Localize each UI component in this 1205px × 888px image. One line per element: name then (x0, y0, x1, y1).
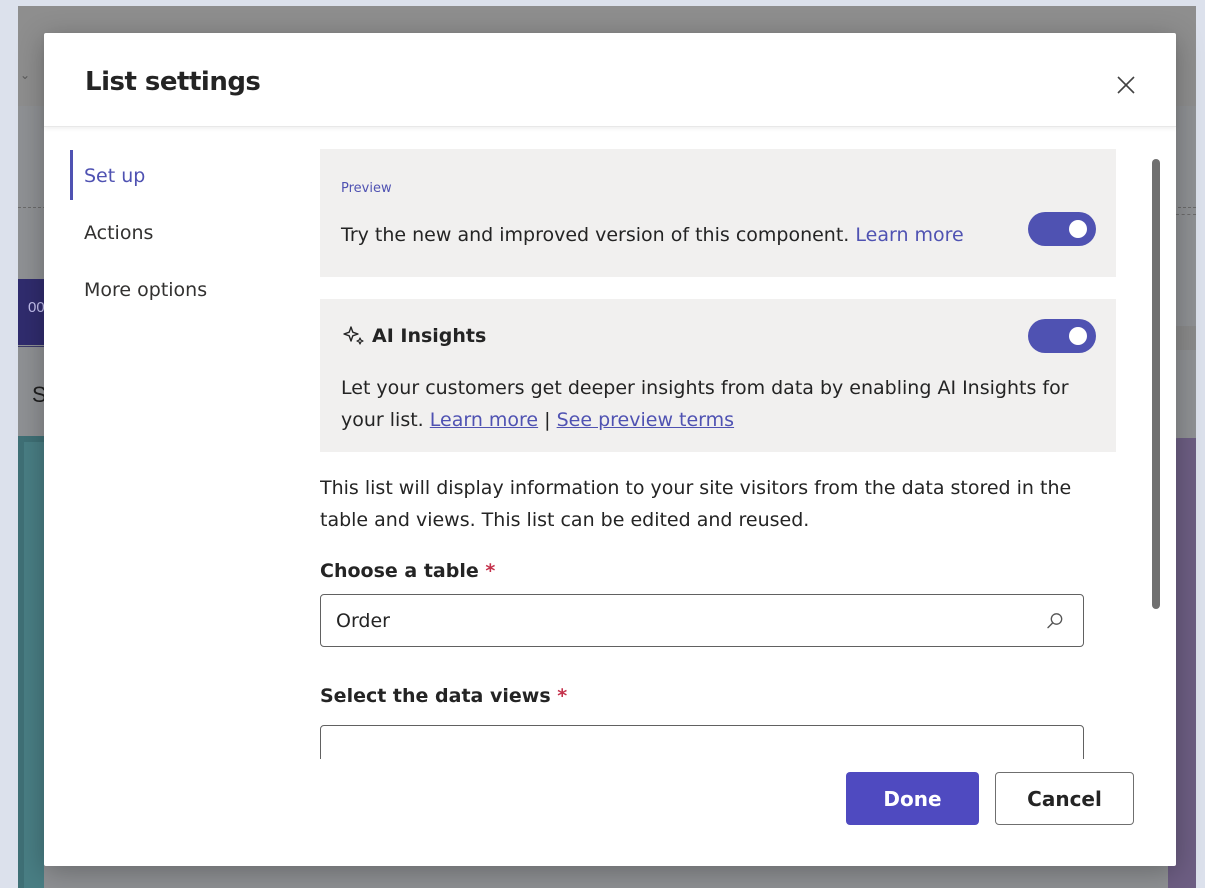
background-button: 00 (18, 279, 45, 345)
background-left-panel-inner (24, 442, 44, 888)
active-indicator (70, 150, 73, 200)
data-views-input[interactable] (320, 725, 1084, 759)
nav-item-set-up[interactable]: Set up (70, 147, 310, 204)
nav-item-more-options[interactable]: More options (70, 261, 310, 318)
choose-table-label-text: Choose a table (320, 560, 479, 582)
ai-insights-toggle[interactable] (1028, 319, 1096, 353)
background-left-panel (18, 436, 44, 888)
data-views-label: Select the data views * (320, 685, 1116, 707)
settings-content: Preview Try the new and improved version… (320, 149, 1116, 759)
link-separator: | (544, 409, 551, 431)
nav-item-label: Set up (84, 165, 146, 187)
ai-insights-description: Let your customers get deeper insights f… (341, 372, 1101, 436)
nav-item-actions[interactable]: Actions (70, 204, 310, 261)
table-input-value: Order (336, 609, 390, 632)
search-icon (1047, 613, 1063, 629)
settings-nav: Set up Actions More options (70, 147, 310, 318)
ai-insights-card: AI Insights Let your customers get deepe… (320, 299, 1116, 452)
nav-item-label: More options (84, 279, 208, 301)
ai-insights-title: AI Insights (372, 325, 487, 347)
background-right-block (1176, 326, 1196, 350)
toggle-knob (1069, 220, 1087, 238)
close-icon (1117, 76, 1135, 94)
content-scrollbar[interactable] (1152, 159, 1160, 609)
cancel-button[interactable]: Cancel (995, 772, 1134, 825)
preview-terms-link[interactable]: See preview terms (557, 409, 734, 431)
nav-item-label: Actions (84, 222, 154, 244)
preview-tag: Preview (341, 181, 392, 196)
done-button[interactable]: Done (846, 772, 979, 825)
preview-card: Preview Try the new and improved version… (320, 149, 1116, 277)
table-search-input[interactable]: Order (320, 594, 1084, 647)
preview-description: Try the new and improved version of this… (341, 224, 850, 246)
background-right-divider (1176, 214, 1196, 215)
preview-toggle[interactable] (1028, 212, 1096, 246)
preview-learn-more-link[interactable]: Learn more (855, 224, 963, 246)
required-marker: * (557, 685, 568, 707)
data-views-label-text: Select the data views (320, 685, 551, 707)
ai-insights-header: AI Insights (342, 325, 486, 347)
dialog-header: List settings (44, 33, 1176, 127)
list-settings-dialog: List settings Set up Actions More option… (44, 33, 1176, 866)
sparkle-icon (343, 326, 364, 345)
choose-table-label: Choose a table * (320, 560, 1116, 582)
close-button[interactable] (1112, 71, 1140, 99)
ai-learn-more-link[interactable]: Learn more (430, 409, 538, 431)
list-description: This list will display information to yo… (320, 477, 1072, 531)
preview-text: Try the new and improved version of this… (341, 224, 964, 246)
toggle-knob (1069, 327, 1087, 345)
background-chevron-icon: ⌄ (20, 68, 31, 82)
required-marker: * (485, 560, 496, 582)
dialog-title: List settings (85, 67, 261, 97)
